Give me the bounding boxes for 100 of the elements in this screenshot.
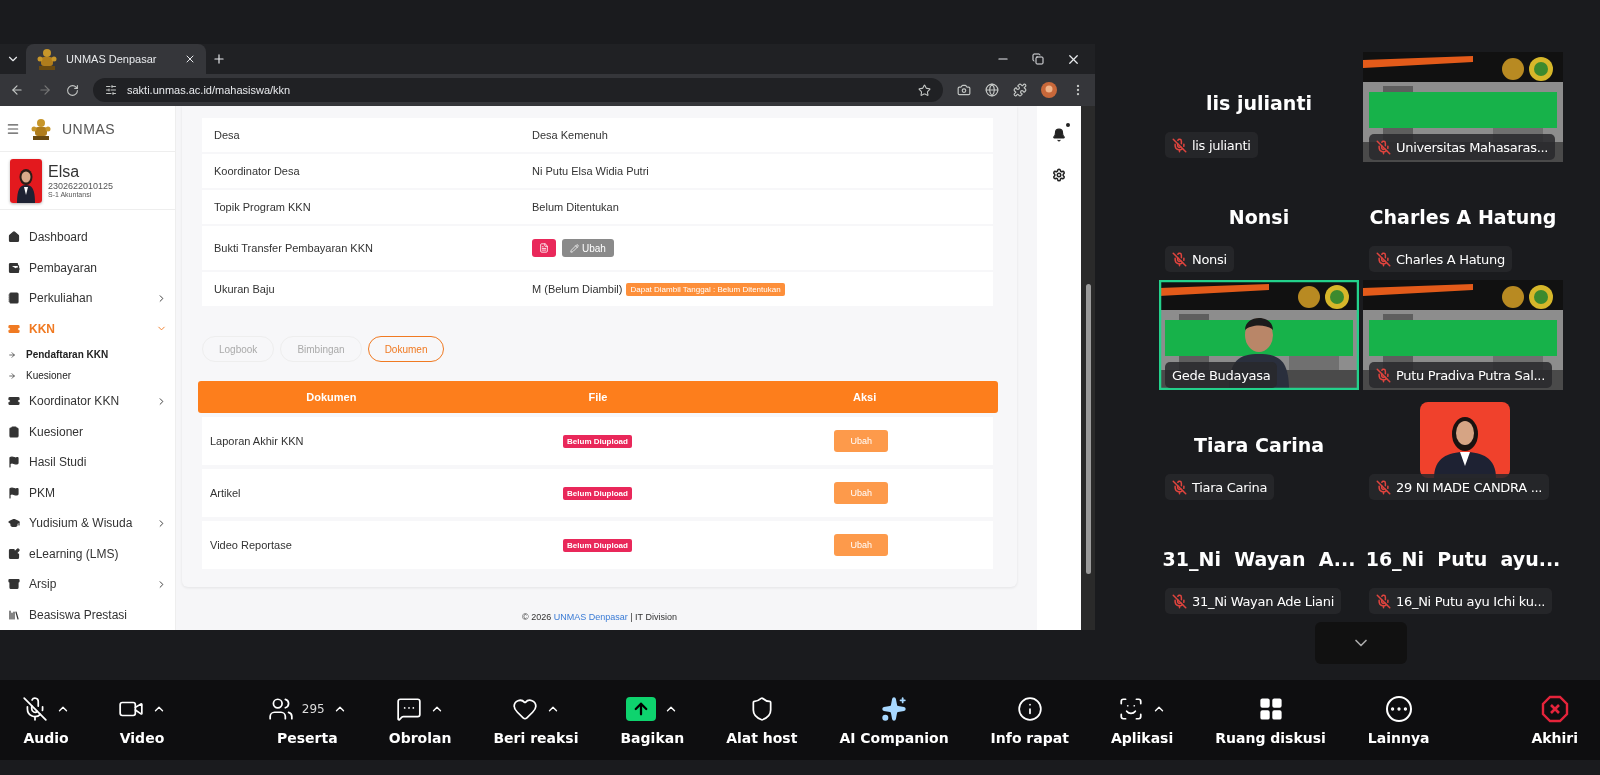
- grid-icon: [1257, 696, 1284, 722]
- menu-item-icon: [8, 322, 20, 335]
- status-badge: Dapat Diambil Tanggal : Belum Ditentukan: [626, 282, 785, 296]
- restore-icon[interactable]: [1032, 53, 1044, 65]
- name-label: Charles A Hatung: [1369, 246, 1512, 272]
- participant-name: Charles A Hatung: [1369, 206, 1557, 228]
- name-label: Putu Pradiva Putra Sal...: [1369, 362, 1552, 388]
- new-tab-icon[interactable]: [212, 52, 226, 66]
- sidebar-item[interactable]: PKM: [0, 477, 175, 508]
- forward-icon[interactable]: [38, 83, 52, 97]
- close-icon[interactable]: [184, 53, 196, 65]
- name-label: 29 NI MADE CANDRA ...: [1369, 474, 1550, 500]
- sidebar-item[interactable]: Perkuliahan: [0, 283, 175, 314]
- chat-icon: [396, 696, 423, 722]
- status-badge: Belum Diupload: [563, 538, 632, 552]
- menu-item-icon: [8, 231, 20, 244]
- status-badge: Belum Diupload: [563, 434, 632, 448]
- menu-item-icon: [8, 261, 20, 274]
- submenu-item[interactable]: Pendaftaran KKN: [0, 344, 175, 365]
- host-button[interactable]: Alat host: [722, 694, 802, 746]
- extensions-icon[interactable]: [1013, 83, 1027, 97]
- pencil-icon: [570, 243, 579, 253]
- name-label: 16_Ni Putu ayu Ichi ku...: [1369, 588, 1553, 614]
- site-info-icon[interactable]: [105, 84, 117, 96]
- sidebar-item[interactable]: Koordinator KKN: [0, 386, 175, 417]
- sidebar-item[interactable]: Pembayaran: [0, 252, 175, 283]
- end-button[interactable]: Akhiri: [1527, 694, 1582, 746]
- muted-mic-icon: [1376, 251, 1391, 267]
- menu-item-icon: [8, 425, 20, 438]
- apps-button[interactable]: Aplikasi: [1106, 694, 1178, 746]
- table-cell: Video Reportase: [210, 539, 292, 551]
- sidebar-item[interactable]: eLearning (LMS): [0, 538, 175, 569]
- more-icon: [1385, 696, 1412, 722]
- back-icon[interactable]: [10, 83, 24, 97]
- bookmark-star-icon[interactable]: [918, 83, 931, 97]
- file-button[interactable]: [532, 239, 556, 257]
- notification-bell-icon[interactable]: [1052, 128, 1066, 142]
- status-badge: Belum Diupload: [563, 486, 632, 500]
- heart-icon: [511, 696, 538, 722]
- more-button[interactable]: Lainnya: [1363, 694, 1434, 746]
- menu-item-icon: [8, 547, 20, 560]
- reload-icon[interactable]: [66, 83, 79, 97]
- menu-item-icon: [8, 608, 20, 621]
- globe-icon[interactable]: [985, 83, 999, 97]
- name-label: 31_Ni Wayan Ade Liani: [1165, 588, 1341, 614]
- info-icon: [1016, 696, 1043, 722]
- settings-icon[interactable]: [1052, 168, 1066, 182]
- participant-name: 16_Ni Putu ayu...: [1365, 548, 1561, 570]
- sidebar-item[interactable]: Yudisium & Wisuda: [0, 508, 175, 539]
- menu-item-icon: [8, 292, 20, 305]
- sidebar-item[interactable]: Kuesioner: [0, 416, 175, 447]
- muted-mic-icon: [1376, 479, 1391, 495]
- sidebar-item[interactable]: Hasil Studi: [0, 447, 175, 478]
- student-id: 2302622010125: [48, 181, 114, 192]
- muted-mic-icon: [1172, 479, 1187, 495]
- chat-button[interactable]: Obrolan: [384, 694, 456, 746]
- participants-button[interactable]: 295 Peserta: [263, 694, 351, 746]
- sparkle-icon: [881, 696, 907, 722]
- field-label: Desa: [214, 129, 241, 141]
- logo-icon: [30, 116, 52, 141]
- sidebar-item[interactable]: Dashboard: [0, 222, 175, 253]
- footer-link[interactable]: UNMAS Denpasar: [553, 612, 628, 622]
- field-value: M (Belum Diambil): [532, 283, 623, 295]
- address-bar[interactable]: sakti.unmas.ac.id/mahasiswa/kkn: [93, 78, 943, 102]
- file-icon: [539, 243, 549, 253]
- profile-avatar[interactable]: [1041, 82, 1057, 98]
- browser-tab[interactable]: UNMAS Denpasar: [26, 44, 206, 74]
- menu-item-icon: [8, 486, 20, 499]
- user-name: Elsa: [48, 163, 81, 182]
- table-cell: Artikel: [210, 487, 241, 499]
- participant-name: Nonsi: [1228, 206, 1290, 228]
- notification-dot: [1066, 123, 1070, 127]
- sidebar-item[interactable]: Beasiswa Prestasi: [0, 599, 175, 630]
- menu-item-icon: [8, 395, 20, 408]
- name-label: Tiara Carina: [1165, 474, 1275, 500]
- info-button[interactable]: Info rapat: [986, 694, 1073, 746]
- column-header: Dokumen: [305, 391, 358, 403]
- people-icon: [267, 696, 294, 722]
- field-label: Koordinator Desa: [214, 165, 301, 177]
- participant-count: 295: [301, 702, 325, 716]
- footer-text: © 2026 UNMAS Denpasar | IT Division: [521, 612, 678, 622]
- submenu-item[interactable]: Kuesioner: [0, 365, 175, 386]
- column-header: Aksi: [852, 391, 878, 403]
- apps-icon: [1118, 696, 1145, 722]
- sidebar-item[interactable]: Arsip: [0, 569, 175, 600]
- video-button[interactable]: Video: [114, 694, 170, 746]
- share-button[interactable]: Bagikan: [616, 694, 689, 746]
- scrollbar-thumb[interactable]: [1085, 284, 1091, 574]
- ai-button[interactable]: AI Companion: [835, 694, 953, 746]
- muted-mic-icon: [1376, 367, 1391, 383]
- share-icon: [626, 697, 657, 721]
- close-icon: [1540, 695, 1569, 723]
- menu-icon[interactable]: [6, 121, 20, 136]
- camera-icon[interactable]: [957, 83, 971, 97]
- react-button[interactable]: Beri reaksi: [489, 694, 583, 746]
- audio-button[interactable]: Audio: [18, 694, 74, 746]
- menu-item-icon: [8, 456, 20, 469]
- rooms-button[interactable]: Ruang diskusi: [1211, 694, 1330, 746]
- muted-mic-icon: [1172, 593, 1187, 609]
- arrow-icon: [8, 350, 16, 359]
